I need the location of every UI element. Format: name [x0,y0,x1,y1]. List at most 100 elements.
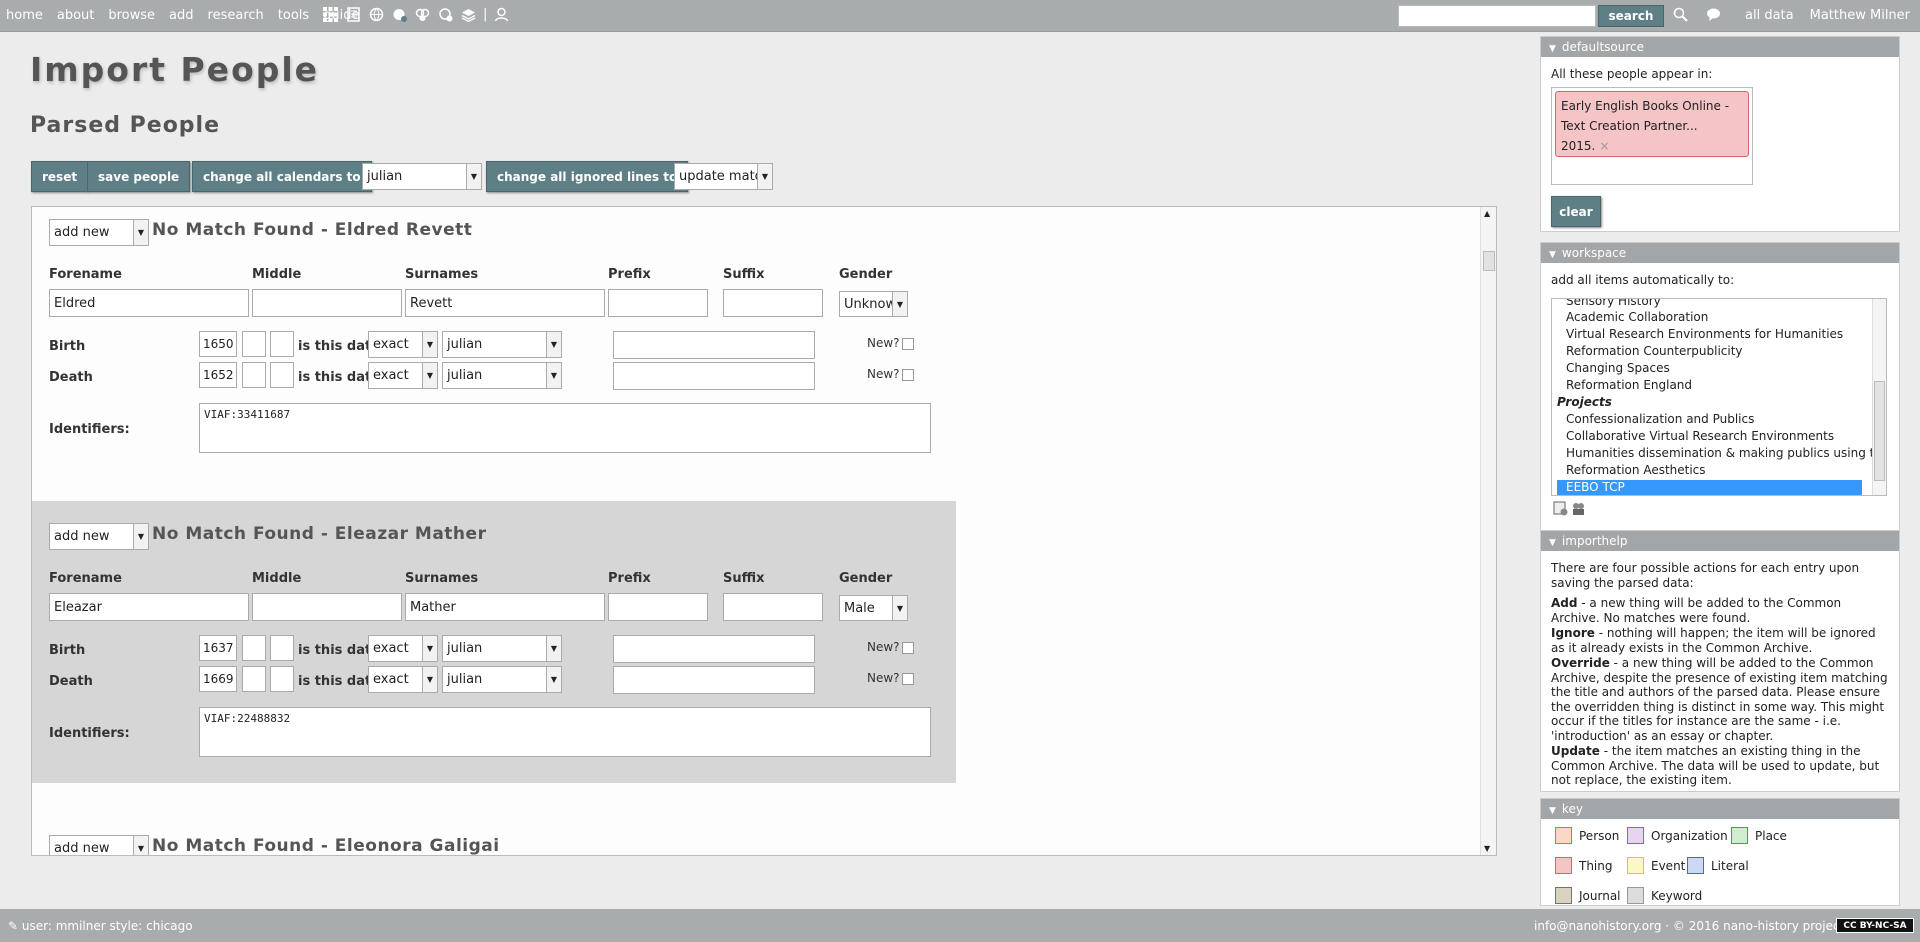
birth-calendar-select[interactable]: julian ▼ [442,331,562,358]
suffix-field[interactable] [723,289,823,317]
birth-year-field[interactable]: 1650 [199,331,237,357]
nav-add[interactable]: add [169,8,193,23]
book-icon[interactable] [345,6,362,23]
nav-tools[interactable]: tools [278,8,309,23]
globe-add-icon[interactable] [391,6,408,23]
death-day-field[interactable] [270,666,294,692]
death-note-field[interactable] [613,362,815,390]
suffix-field[interactable] [723,593,823,621]
birth-year-field[interactable]: 1637 [199,635,237,661]
birth-day-field[interactable] [270,635,294,661]
death-new-checkbox[interactable] [902,369,914,381]
scroll-down-icon[interactable]: ▼ [1484,844,1490,853]
footer-contact[interactable]: info@nanohistory.org · © 2016 nano-histo… [1534,919,1844,933]
death-year-field[interactable]: 1652 [199,362,237,388]
scrollbar-thumb[interactable] [1874,381,1885,481]
change-ignored-button[interactable]: change all ignored lines to [486,161,689,192]
workspace-item[interactable]: Changing Spaces [1566,361,1670,375]
ignored-select[interactable]: update match ▼ [674,163,773,190]
surname-field[interactable]: Mather [405,593,605,621]
forename-field[interactable]: Eleazar [49,593,249,621]
birth-new-checkbox[interactable] [902,642,914,654]
action-select[interactable]: add new ▼ [49,219,149,246]
action-select[interactable]: add new ▼ [49,835,149,855]
gender-select[interactable]: Male ▼ [839,595,908,621]
importhelp-header[interactable]: ▼ importhelp [1541,531,1899,551]
birth-precision-select[interactable]: exact ▼ [368,635,438,662]
search-button[interactable]: search [1598,5,1664,27]
clear-button[interactable]: clear [1551,196,1601,227]
birth-day-field[interactable] [270,331,294,357]
birth-note-field[interactable] [613,331,815,359]
birth-month-field[interactable] [242,635,266,661]
workspace-item[interactable]: Humanities dissemination & making public… [1566,446,1886,460]
remove-tag-icon[interactable]: × [1599,139,1609,153]
middle-field[interactable] [252,593,402,621]
workspace-add-icon[interactable] [437,6,454,23]
workspace-item-selected[interactable]: EEBO TCP [1557,480,1862,495]
magnifier-icon[interactable] [1672,6,1689,23]
manage-workspace-icon[interactable] [1571,501,1586,520]
workspace-item[interactable]: Confessionalization and Publics [1566,412,1754,426]
identifiers-textarea[interactable]: VIAF:33411687 [199,403,931,453]
identifiers-textarea[interactable]: VIAF:22488832 [199,707,931,757]
birth-note-field[interactable] [613,635,815,663]
nav-home[interactable]: home [6,8,43,23]
nav-browse[interactable]: browse [108,8,155,23]
middle-field[interactable] [252,289,402,317]
reset-button[interactable]: reset [31,161,89,192]
surname-field[interactable]: Revett [405,289,605,317]
prefix-field[interactable] [608,593,708,621]
birth-month-field[interactable] [242,331,266,357]
scrollbar-thumb[interactable] [1483,251,1495,271]
workspace-scrollbar[interactable] [1872,299,1886,495]
death-calendar-select[interactable]: julian ▼ [442,362,562,389]
globe-icon[interactable] [368,6,385,23]
workspace-item[interactable]: Reformation Aesthetics [1566,463,1706,477]
license-badge-logo[interactable]: CC BY-NC-SA [1836,918,1914,933]
list-scrollbar[interactable]: ▲ ▼ [1480,207,1496,855]
key-header[interactable]: ▼ key [1541,799,1899,819]
workspace-item[interactable]: Reformation England [1566,378,1692,392]
death-month-field[interactable] [242,362,266,388]
workspace-header[interactable]: ▼ workspace [1541,243,1899,263]
death-month-field[interactable] [242,666,266,692]
workspace-item[interactable]: Collaborative Virtual Research Environme… [1566,429,1834,443]
source-tag[interactable]: Early English Books Online - Text Creati… [1555,91,1749,157]
layers-icon[interactable] [460,6,477,23]
workspace-item[interactable]: Virtual Research Environments for Humani… [1566,327,1843,341]
gender-select[interactable]: Unknown ▼ [839,291,908,317]
add-workspace-icon[interactable] [1553,501,1568,520]
death-precision-select[interactable]: exact ▼ [368,362,438,389]
defaultsource-header[interactable]: ▼ defaultsource [1541,37,1899,57]
calendar-select[interactable]: julian ▼ [362,163,482,190]
all-data-link[interactable]: all data [1745,8,1794,23]
workspace-item[interactable]: Academic Collaboration [1566,310,1708,324]
workspace-icon[interactable] [414,6,431,23]
birth-precision-select[interactable]: exact ▼ [368,331,438,358]
grid-icon[interactable] [322,6,339,23]
death-note-field[interactable] [613,666,815,694]
workspace-item[interactable]: Sensory History [1566,299,1661,308]
death-calendar-select[interactable]: julian ▼ [442,666,562,693]
forename-field[interactable]: Eldred [49,289,249,317]
death-year-field[interactable]: 1669 [199,666,237,692]
source-input-box[interactable]: Early English Books Online - Text Creati… [1551,87,1753,185]
birth-calendar-select[interactable]: julian ▼ [442,635,562,662]
death-precision-select[interactable]: exact ▼ [368,666,438,693]
workspace-list[interactable]: Sensory History Academic Collaboration V… [1551,298,1887,496]
user-icon[interactable] [493,6,510,23]
save-people-button[interactable]: save people [87,161,191,192]
chat-bubble-icon[interactable] [1705,6,1722,23]
change-calendars-button[interactable]: change all calendars to [192,161,372,192]
action-select[interactable]: add new ▼ [49,523,149,550]
scroll-up-icon[interactable]: ▲ [1484,209,1490,218]
birth-new-checkbox[interactable] [902,338,914,350]
death-new-checkbox[interactable] [902,673,914,685]
user-name-link[interactable]: Matthew Milner [1810,8,1910,23]
search-input[interactable] [1398,5,1596,27]
prefix-field[interactable] [608,289,708,317]
parsed-people-list[interactable]: add new ▼ No Match Found - Eldred Revett… [31,206,1497,856]
nav-research[interactable]: research [208,8,264,23]
workspace-item[interactable]: Reformation Counterpublicity [1566,344,1743,358]
